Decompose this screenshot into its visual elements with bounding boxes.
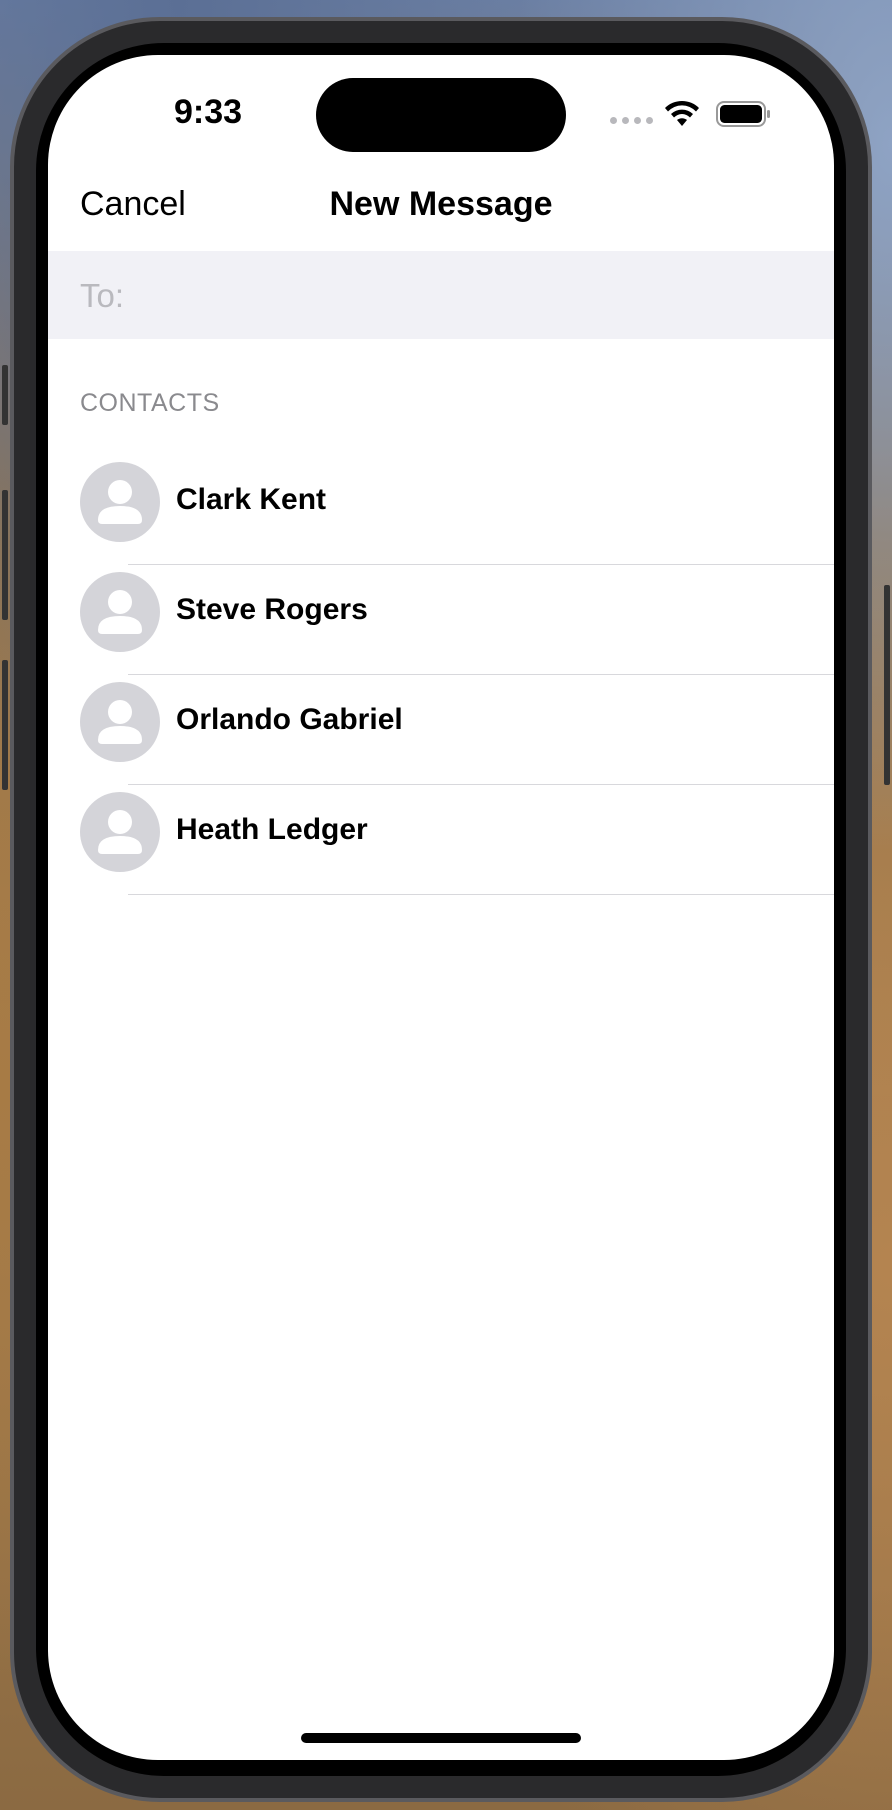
to-recipient-input[interactable] (138, 265, 814, 325)
battery-icon (716, 101, 770, 127)
to-field-row[interactable]: To: (48, 251, 834, 339)
contact-name: Clark Kent (176, 483, 327, 516)
page-title: New Message (329, 185, 553, 223)
volume-down-button (2, 660, 8, 790)
contact-row-steve-rogers[interactable]: Steve Rogers (48, 565, 834, 675)
contact-name: Orlando Gabriel (176, 703, 403, 736)
signal-icon (610, 117, 653, 124)
home-indicator[interactable] (301, 1733, 581, 1743)
status-time: 9:33 (173, 93, 243, 131)
contact-list: Clark Kent Steve Rogers Orlando Gabriel (48, 455, 834, 895)
contact-row-clark-kent[interactable]: Clark Kent (48, 455, 834, 565)
dynamic-island (316, 78, 566, 152)
wifi-icon (665, 100, 699, 126)
action-button (2, 365, 8, 425)
row-divider (128, 894, 834, 895)
power-button (884, 585, 890, 785)
contact-row-orlando-gabriel[interactable]: Orlando Gabriel (48, 675, 834, 785)
contacts-section-header: CONTACTS (80, 389, 220, 417)
contact-name: Steve Rogers (176, 593, 368, 626)
person-placeholder-icon (80, 682, 160, 762)
person-placeholder-icon (80, 462, 160, 542)
contact-name: Heath Ledger (176, 813, 368, 846)
phone-screen: 9:33 Cancel New Message To: CONTACTS Cla… (48, 55, 834, 1760)
contact-row-heath-ledger[interactable]: Heath Ledger (48, 785, 834, 895)
volume-up-button (2, 490, 8, 620)
person-placeholder-icon (80, 572, 160, 652)
person-placeholder-icon (80, 792, 160, 872)
to-field-label: To: (80, 277, 125, 314)
